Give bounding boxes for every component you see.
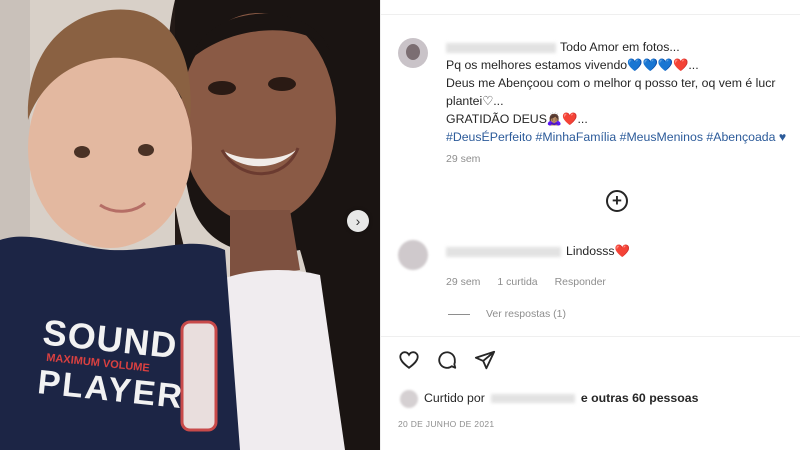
caption-line-4: plantei♡... [446,94,504,108]
plus-circle-icon: + [612,191,622,210]
liker-username[interactable] [490,393,575,403]
caption-line-3: Deus me Abençoou com o melhor q posso te… [446,76,776,90]
share-icon[interactable] [474,349,496,371]
load-more-comments-button[interactable]: + [606,190,628,212]
red-heart-emoji: ❤️ [614,244,630,258]
comment-time[interactable]: 29 sem [446,276,480,288]
comment-text: Lindosss❤️ [566,244,630,259]
caption-line-1: Todo Amor em fotos... [560,40,680,54]
author-username[interactable] [446,42,556,53]
caption-ellipsis: ... [577,112,588,126]
liked-by[interactable]: Curtido por e outras 60 pessoas [424,391,698,405]
liked-by-others[interactable]: e outras 60 pessoas [581,391,699,405]
liker-avatar[interactable] [400,390,418,408]
commenter-username[interactable] [446,247,561,257]
blue-hearts-emoji: 💙💙💙 [627,58,674,72]
liked-by-prefix: Curtido por [424,391,485,405]
next-photo-button[interactable]: › [347,210,369,232]
chevron-right-icon: › [355,213,361,229]
divider [381,336,800,337]
view-replies-label: Ver respostas (1) [486,308,566,320]
post-caption: Todo Amor em fotos... Pq os melhores est… [446,38,800,146]
reply-button[interactable]: Responder [555,276,606,288]
heart-icon[interactable] [398,349,420,371]
post-time[interactable]: 29 sem [446,153,480,165]
divider [381,14,800,15]
comment-body: Lindosss [566,244,615,258]
comment-icon[interactable] [436,349,458,371]
author-avatar[interactable] [398,38,428,68]
view-replies-button[interactable]: Ver respostas (1) [448,308,566,320]
caption-hashtags[interactable]: #DeusÉPerfeito #MinhaFamília #MeusMenino… [446,128,800,146]
commenter-avatar[interactable] [398,240,428,270]
red-heart-emoji: ❤️ [562,112,578,126]
replies-line [448,313,470,315]
caption-ellipsis: ... [688,58,699,72]
post-details-panel: Todo Amor em fotos... Pq os melhores est… [380,0,800,450]
shirt-print: SOUND MAXIMUM VOLUME PLAYER [36,311,194,416]
red-heart-emoji: ❤️ [673,58,689,72]
caption-line-2: Pq os melhores estamos vivendo [446,58,628,72]
post-photo[interactable]: SOUND MAXIMUM VOLUME PLAYER › [0,0,380,450]
action-bar [398,349,496,371]
comment-meta: 29 sem 1 curtida Responder [446,276,620,288]
post-date: 20 DE JUNHO DE 2021 [398,419,495,429]
comment-likes[interactable]: 1 curtida [497,276,537,288]
caption-line-5: GRATIDÃO DEUS🙇🏽‍♀️ [446,112,563,126]
